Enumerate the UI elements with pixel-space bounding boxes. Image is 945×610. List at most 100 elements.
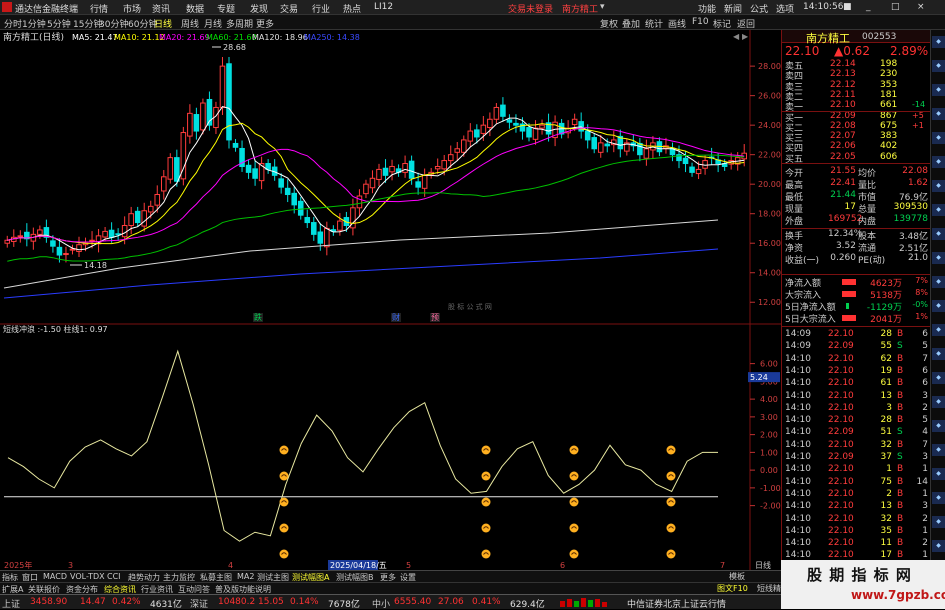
side-tool-icon[interactable]: ◆ bbox=[932, 468, 945, 480]
period-indicator: 日线 bbox=[755, 560, 771, 570]
tick-count: 5 bbox=[922, 341, 928, 352]
chart-tool-button[interactable]: 叠加 bbox=[622, 17, 640, 30]
event-marker[interactable]: 财 bbox=[392, 312, 400, 322]
period-tab[interactable]: 5分钟 bbox=[47, 17, 71, 30]
tick-time: 14:10 bbox=[785, 501, 811, 512]
side-tool-icon[interactable]: ◆ bbox=[932, 444, 945, 456]
menu-item[interactable]: 行情 bbox=[90, 2, 108, 15]
chart-tool-button[interactable]: 统计 bbox=[645, 17, 663, 30]
side-tool-icon[interactable]: ◆ bbox=[932, 156, 945, 168]
side-tool-icon[interactable]: ◆ bbox=[932, 84, 945, 96]
sun-icon bbox=[279, 445, 289, 455]
sz-label: 深证 bbox=[190, 600, 209, 610]
chart-tool-button[interactable]: 标记 bbox=[713, 17, 731, 30]
maximize-button[interactable]: □ bbox=[891, 2, 900, 12]
side-tool-icon[interactable]: ◆ bbox=[932, 396, 945, 408]
template-tab[interactable]: 模板 bbox=[729, 571, 745, 582]
indicator-tab[interactable]: VOL-TDX bbox=[70, 572, 105, 581]
side-tool-icon[interactable]: ◆ bbox=[932, 204, 945, 216]
minimize-button[interactable]: _ bbox=[866, 2, 871, 12]
menu-item[interactable]: 专题 bbox=[217, 2, 235, 15]
side-tool-icon[interactable]: ◆ bbox=[932, 492, 945, 504]
tick-volume: 37 bbox=[880, 452, 892, 462]
chart-tool-button[interactable]: 复权 bbox=[600, 17, 618, 30]
side-tool-icon[interactable]: ◆ bbox=[932, 252, 945, 264]
stat-value: 1.62 bbox=[907, 178, 928, 188]
dropdown-icon[interactable]: ▾ bbox=[600, 2, 605, 12]
tick-volume: 11 bbox=[880, 538, 892, 549]
stat-value: 22.08 bbox=[902, 166, 928, 176]
quote-stat-row: 最高 22.41 量比 1.62 bbox=[782, 178, 930, 191]
side-tool-icon[interactable]: ◆ bbox=[932, 108, 945, 120]
chart-tool-button[interactable]: F10 bbox=[692, 17, 709, 27]
menu-item[interactable]: LI12 bbox=[374, 2, 393, 12]
period-tab[interactable]: 月线 bbox=[204, 17, 222, 30]
indicator-tab[interactable]: MACD bbox=[43, 572, 67, 581]
period-tab[interactable]: 1分钟 bbox=[22, 17, 46, 30]
tick-count: 3 bbox=[922, 452, 928, 462]
order-book-volume: 230 bbox=[880, 69, 898, 80]
quote-stat-row: 换手 12.34% 股本 3.48亿 bbox=[782, 229, 930, 242]
chart-nav-left-icon[interactable]: ◀ bbox=[733, 32, 740, 41]
tick-side: B bbox=[897, 488, 904, 499]
signal-bars-icon bbox=[560, 597, 620, 610]
side-tool-icon[interactable]: ◆ bbox=[932, 276, 945, 288]
sh-value: 3458.90 bbox=[30, 597, 68, 607]
menu-item[interactable]: 行业 bbox=[312, 2, 330, 15]
side-tool-icon[interactable]: ◆ bbox=[932, 420, 945, 432]
stat-value: 3.52 bbox=[835, 241, 856, 251]
indicator-tab[interactable]: CCI bbox=[107, 572, 121, 581]
sun-icon bbox=[481, 497, 491, 507]
menu-item[interactable]: 交易 bbox=[280, 2, 298, 15]
tick-time: 14:10 bbox=[785, 390, 811, 401]
tick-row: 14:10 22.10 11 B 2 bbox=[782, 538, 930, 550]
menu-window-button[interactable]: ■ bbox=[843, 2, 852, 12]
menu-item[interactable]: 发现 bbox=[250, 2, 268, 15]
period-tab[interactable]: 分时 bbox=[4, 17, 22, 30]
side-tool-icon[interactable]: ◆ bbox=[932, 228, 945, 240]
f10-tab[interactable]: 图文F10 bbox=[717, 583, 748, 594]
side-tool-icon[interactable]: ◆ bbox=[932, 132, 945, 144]
trade-login-notice[interactable]: 交易未登录 bbox=[508, 2, 553, 15]
main-chart[interactable]: 南方精工(日线) MA5: 21.47MA10: 21.12MA20: 21.69… bbox=[0, 30, 781, 570]
side-tool-icon[interactable]: ◆ bbox=[932, 516, 945, 528]
close-button[interactable]: × bbox=[917, 2, 925, 12]
period-tab[interactable]: 周线 bbox=[181, 17, 199, 30]
menu-item[interactable]: 热点 bbox=[343, 2, 361, 15]
tick-time: 14:10 bbox=[785, 378, 811, 389]
side-tool-icon[interactable]: ◆ bbox=[932, 372, 945, 384]
menu-item[interactable]: 市场 bbox=[123, 2, 141, 15]
side-tool-icon[interactable]: ◆ bbox=[932, 540, 945, 552]
period-tab[interactable]: 30分钟 bbox=[99, 17, 128, 30]
menu-news[interactable]: 新闻 bbox=[724, 2, 742, 15]
side-tool-icon[interactable]: ◆ bbox=[932, 36, 945, 48]
chart-tool-button[interactable]: 画线 bbox=[668, 17, 686, 30]
menu-item[interactable]: 资讯 bbox=[152, 2, 170, 15]
tick-side: B bbox=[897, 501, 904, 512]
menu-item[interactable]: 数据 bbox=[186, 2, 204, 15]
chart-nav-right-icon[interactable]: ▶ bbox=[742, 32, 749, 41]
order-book-price: 22.14 bbox=[830, 59, 856, 69]
event-marker[interactable]: 跌 bbox=[254, 312, 262, 322]
period-tab[interactable]: 多周期 bbox=[226, 17, 253, 30]
tick-side: B bbox=[897, 353, 904, 364]
menu-formula[interactable]: 公式 bbox=[750, 2, 768, 15]
stat-label: 外盘 bbox=[785, 217, 804, 227]
menu-function[interactable]: 功能 bbox=[698, 2, 716, 15]
indicator-tab[interactable]: MA2 bbox=[237, 572, 254, 581]
side-tool-icon[interactable]: ◆ bbox=[932, 324, 945, 336]
side-tool-icon[interactable]: ◆ bbox=[932, 180, 945, 192]
site-watermark-url: www.7gpzb.com bbox=[851, 588, 945, 602]
period-tab[interactable]: 日线 bbox=[154, 17, 172, 30]
chart-tool-button[interactable]: 返回 bbox=[737, 17, 755, 30]
period-tab[interactable]: 更多 bbox=[256, 17, 274, 30]
side-tool-icon[interactable]: ◆ bbox=[932, 348, 945, 360]
stat-label: PE(动) bbox=[858, 256, 886, 266]
side-tool-icon[interactable]: ◆ bbox=[932, 300, 945, 312]
event-marker[interactable]: 预 bbox=[431, 312, 439, 322]
order-book-price: 22.05 bbox=[830, 151, 856, 162]
side-tool-icon[interactable]: ◆ bbox=[932, 60, 945, 72]
menu-options[interactable]: 选项 bbox=[776, 2, 794, 15]
title-stock-label[interactable]: 南方精工 bbox=[562, 2, 598, 15]
tick-volume: 35 bbox=[880, 525, 892, 536]
